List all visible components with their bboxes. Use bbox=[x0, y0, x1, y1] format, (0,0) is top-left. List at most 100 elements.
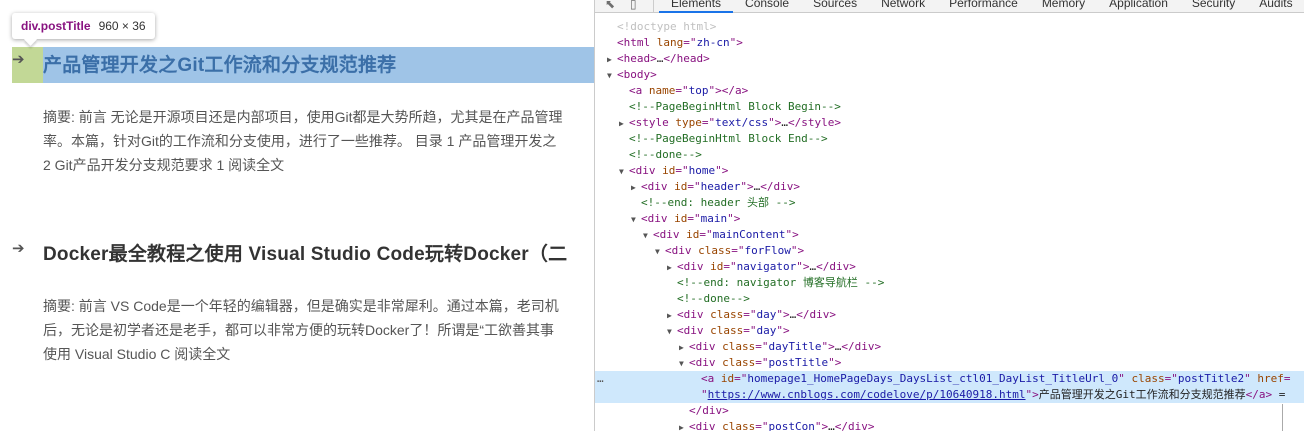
dom-token: class bbox=[698, 244, 732, 257]
expand-triangle-icon[interactable]: ▶ bbox=[679, 420, 689, 431]
dom-token: <div bbox=[677, 260, 711, 273]
dom-node[interactable]: <!doctype html> bbox=[595, 19, 1304, 35]
tab-audits[interactable]: Audits bbox=[1247, 0, 1304, 13]
dom-token: =" bbox=[723, 260, 737, 273]
dom-node[interactable]: <!--PageBeginHtml Block Begin--> bbox=[595, 99, 1304, 115]
dom-node[interactable]: ▼ <div id="main"> bbox=[595, 211, 1304, 227]
dom-node[interactable]: <!--end: navigator 博客导航栏 --> bbox=[595, 275, 1304, 291]
tab-application[interactable]: Application bbox=[1097, 0, 1180, 13]
dom-token: id bbox=[686, 228, 700, 241]
inspect-tooltip: div.postTitle 960 × 36 bbox=[12, 13, 155, 39]
dom-token: class bbox=[710, 308, 744, 321]
collapse-triangle-icon[interactable]: ▼ bbox=[655, 244, 665, 260]
dom-node[interactable]: ▼ <div class="postTitle"> bbox=[595, 355, 1304, 371]
collapse-triangle-icon[interactable]: ▼ bbox=[631, 212, 641, 228]
tab-network[interactable]: Network bbox=[869, 0, 937, 13]
dom-token: = bbox=[1272, 388, 1286, 401]
dom-token: id bbox=[720, 372, 735, 385]
dom-token: "> bbox=[768, 116, 782, 129]
dom-node-selected[interactable]: … <a id="homepage1_HomePageDays_DaysList_… bbox=[595, 371, 1304, 387]
node-actions-icon[interactable]: … bbox=[597, 371, 604, 387]
dom-node[interactable]: ▶ <head>…</head> bbox=[595, 51, 1304, 67]
dom-token: <!--PageBeginHtml Block Begin--> bbox=[629, 100, 841, 113]
dom-token: <!--done--> bbox=[677, 292, 750, 305]
dom-token: =" bbox=[675, 164, 689, 177]
dom-node[interactable]: ▶ <div id="header">…</div> bbox=[595, 179, 1304, 195]
dom-node[interactable]: ▶ <div class="postCon">…</div> bbox=[595, 419, 1304, 431]
dom-token: id bbox=[674, 212, 688, 225]
collapse-triangle-icon[interactable]: ▼ bbox=[607, 68, 617, 84]
collapse-triangle-icon[interactable]: ▼ bbox=[643, 228, 653, 244]
tab-memory[interactable]: Memory bbox=[1030, 0, 1097, 13]
dom-node[interactable]: <!--done--> bbox=[595, 147, 1304, 163]
dom-node[interactable]: <html lang="zh-cn"> bbox=[595, 35, 1304, 51]
dom-token: </a> bbox=[1245, 388, 1273, 401]
tooltip-element-name: div.postTitle bbox=[21, 19, 91, 33]
post-title-link[interactable]: Docker最全教程之使用 Visual Studio Code玩转Docker… bbox=[43, 239, 567, 266]
expand-triangle-icon[interactable]: ▶ bbox=[619, 116, 629, 132]
dom-node[interactable]: ▶ <div class="dayTitle">…</div> bbox=[595, 339, 1304, 355]
device-toolbar-icon[interactable]: ▯ bbox=[630, 0, 637, 11]
dom-node[interactable]: <!--PageBeginHtml Block End--> bbox=[595, 131, 1304, 147]
tab-security[interactable]: Security bbox=[1180, 0, 1247, 13]
dom-token: navigator bbox=[736, 260, 797, 273]
post-title-link[interactable]: 产品管理开发之Git工作流和分支规范推荐 bbox=[43, 50, 396, 77]
expand-triangle-icon[interactable]: ▶ bbox=[667, 260, 677, 276]
expand-triangle-icon[interactable]: ▶ bbox=[631, 180, 641, 196]
dom-token: <body> bbox=[617, 68, 657, 81]
dom-token: <div bbox=[641, 180, 675, 193]
dom-node-selected[interactable]: "https://www.cnblogs.com/codelove/p/1064… bbox=[595, 387, 1304, 403]
dom-token: <!doctype html> bbox=[617, 20, 717, 33]
dom-token: "> bbox=[828, 356, 842, 369]
expand-triangle-icon[interactable]: ▶ bbox=[607, 52, 617, 68]
dom-token: id bbox=[674, 180, 688, 193]
dom-token: =" bbox=[755, 340, 769, 353]
dom-token: … bbox=[781, 116, 788, 129]
dom-node[interactable]: ▼ <div id="mainContent"> bbox=[595, 227, 1304, 243]
dom-token: 产品管理开发之Git工作流和分支规范推荐 bbox=[1038, 388, 1246, 401]
dom-token: dayTitle bbox=[768, 340, 822, 353]
collapse-triangle-icon[interactable]: ▼ bbox=[679, 356, 689, 372]
expand-triangle-icon[interactable]: ▶ bbox=[679, 340, 689, 356]
dom-token: "> bbox=[790, 244, 805, 257]
dom-node[interactable]: ▶ <style type="text/css">…</style> bbox=[595, 115, 1304, 131]
dom-node[interactable]: ▼ <div class="day"> bbox=[595, 323, 1304, 339]
tooltip-element-size: 960 × 36 bbox=[98, 19, 146, 33]
inspect-element-icon[interactable]: ⬉ bbox=[605, 0, 615, 11]
dom-node[interactable]: ▶ <div class="day">…</div> bbox=[595, 307, 1304, 323]
dom-token: "> bbox=[796, 260, 810, 273]
dom-node[interactable]: </div> bbox=[595, 403, 1304, 419]
dom-href-link[interactable]: https://www.cnblogs.com/codelove/p/10640… bbox=[708, 388, 1026, 401]
expand-triangle-icon[interactable]: ▶ bbox=[667, 308, 677, 324]
dom-token: "> bbox=[776, 308, 790, 321]
dom-node[interactable]: ▼ <div class="forFlow"> bbox=[595, 243, 1304, 259]
dom-token: homepage1_HomePageDays_DaysList_ctl01_Da… bbox=[747, 372, 1119, 385]
post-summary: 摘要: 前言 VS Code是一个年轻的编辑器，但是确实是非常犀利。通过本篇，老… bbox=[43, 294, 594, 366]
dom-token: "> bbox=[814, 420, 829, 431]
arrow-right-icon: ➔ bbox=[12, 51, 25, 68]
dom-token: type bbox=[675, 116, 702, 129]
tab-console[interactable]: Console bbox=[733, 0, 801, 13]
dom-node[interactable]: <!--end: header 头部 --> bbox=[595, 195, 1304, 211]
summary-line: 使用 Visual Studio C 阅读全文 bbox=[43, 346, 231, 362]
dom-node[interactable]: ▼ <div id="home"> bbox=[595, 163, 1304, 179]
dom-token: " bbox=[701, 388, 708, 401]
dom-token: class bbox=[722, 356, 756, 369]
dom-node[interactable]: <!--done--> bbox=[595, 291, 1304, 307]
dom-token: </head> bbox=[663, 52, 710, 65]
collapse-triangle-icon[interactable]: ▼ bbox=[667, 324, 677, 340]
dom-node[interactable]: ▶ <div id="navigator">…</div> bbox=[595, 259, 1304, 275]
dom-token: =" bbox=[743, 308, 757, 321]
dom-node[interactable]: <a name="top"></a> bbox=[595, 83, 1304, 99]
dom-token: =" bbox=[755, 356, 769, 369]
dom-token: main bbox=[700, 212, 728, 225]
dom-token: =" bbox=[699, 228, 713, 241]
collapse-triangle-icon[interactable]: ▼ bbox=[619, 164, 629, 180]
dom-token: "> bbox=[1025, 388, 1039, 401]
tab-sources[interactable]: Sources bbox=[801, 0, 869, 13]
tab-performance[interactable]: Performance bbox=[937, 0, 1030, 13]
dom-node[interactable]: ▼ <body> bbox=[595, 67, 1304, 83]
summary-line: 摘要: 前言 无论是开源项目还是内部项目，使用Git都是大势所趋，尤其是在产品管… bbox=[43, 109, 563, 125]
tree-guide-line bbox=[1282, 404, 1283, 431]
tab-elements[interactable]: Elements bbox=[659, 0, 734, 13]
